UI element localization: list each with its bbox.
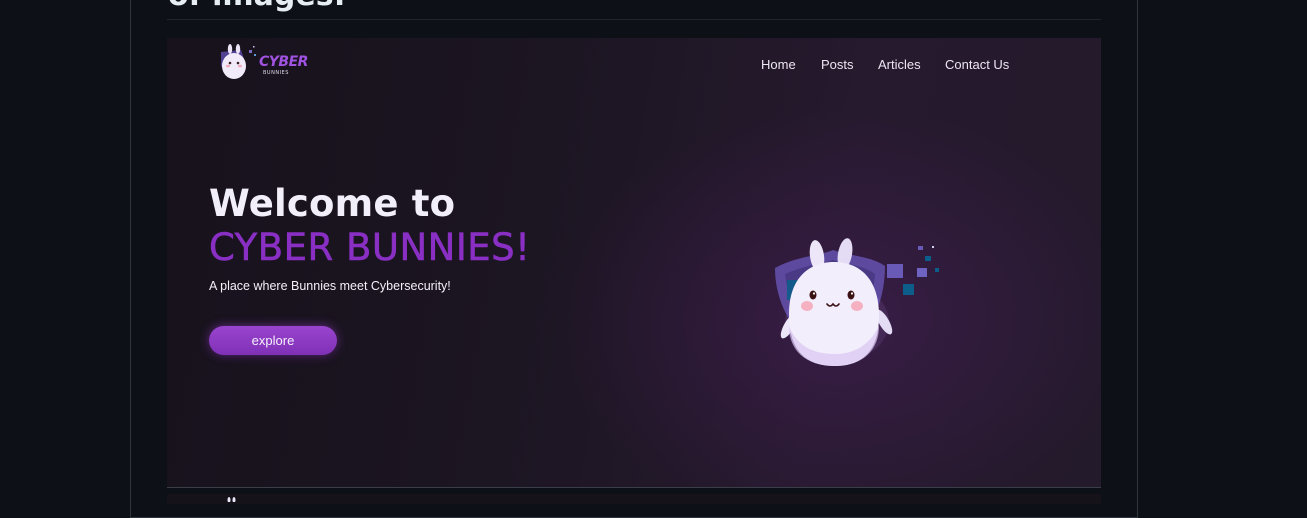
section-heading: of images: xyxy=(168,0,346,13)
bunny-logo-icon xyxy=(221,44,256,79)
next-preview-strip xyxy=(167,494,1101,504)
explore-button[interactable]: explore xyxy=(209,326,337,355)
heading-divider xyxy=(167,19,1101,20)
hero-title: Welcome to xyxy=(209,182,456,225)
preview-divider xyxy=(167,487,1101,488)
site-logo[interactable]: CYBER BUNNIES xyxy=(217,42,308,84)
nav-link-home[interactable]: Home xyxy=(761,57,796,72)
nav-link-articles[interactable]: Articles xyxy=(878,57,921,72)
logo-wordmark: CYBER xyxy=(259,54,308,70)
logo-subtext: BUNNIES xyxy=(263,70,289,76)
nav-link-contact-us[interactable]: Contact Us xyxy=(945,57,1009,72)
bunny-shield-illustration xyxy=(775,238,939,366)
nav-link-posts[interactable]: Posts xyxy=(821,57,854,72)
hero-brand-name: CYBER BUNNIES! xyxy=(209,226,531,270)
hero-tagline: A place where Bunnies meet Cybersecurity… xyxy=(209,279,451,293)
bunny-ears-icon xyxy=(227,497,236,502)
website-preview-image: CYBER BUNNIES Home Posts Articles Contac… xyxy=(167,38,1101,487)
